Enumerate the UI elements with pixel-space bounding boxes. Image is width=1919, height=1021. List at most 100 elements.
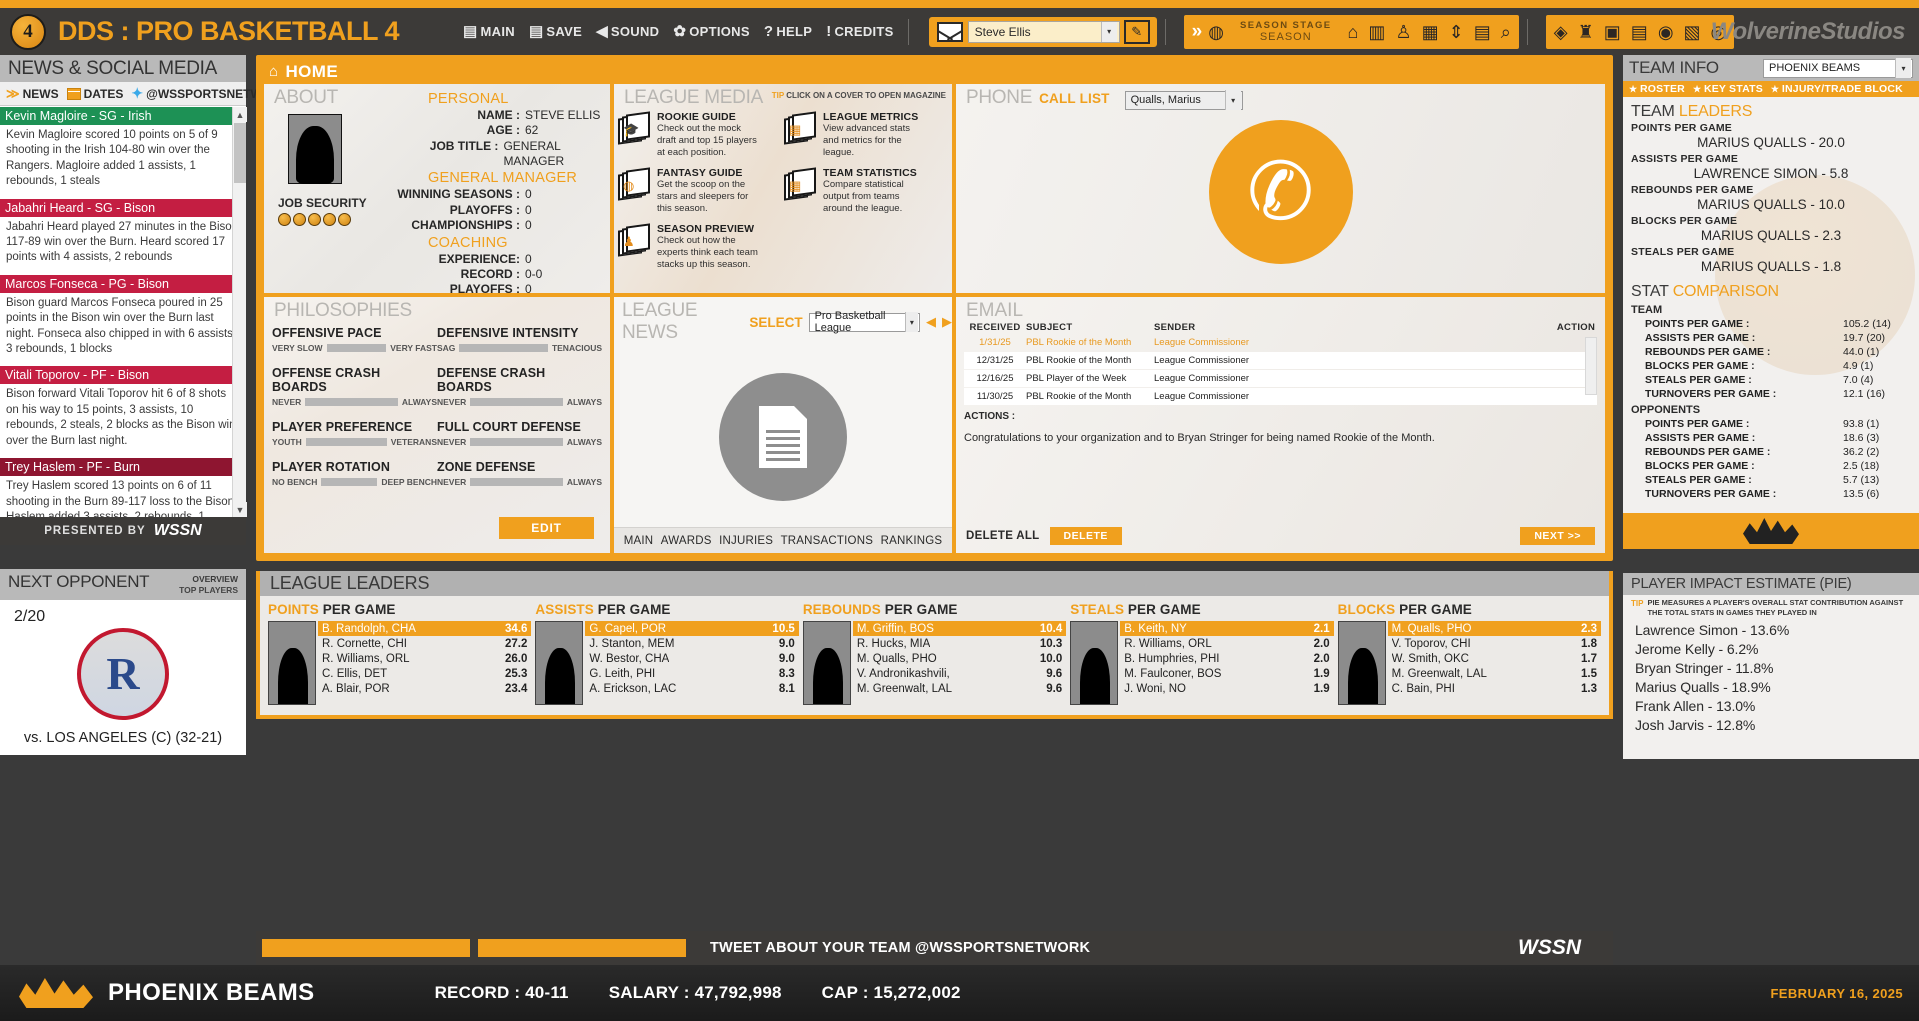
- leader-row[interactable]: A. Blair, POR 23.4: [318, 681, 531, 696]
- leader-row[interactable]: B. Humphries, PHI 2.0: [1120, 651, 1333, 666]
- leader-row[interactable]: R. Williams, ORL 26.0: [318, 651, 531, 666]
- link-overview[interactable]: OVERVIEW: [192, 574, 238, 584]
- email-scrollbar[interactable]: [1585, 337, 1597, 395]
- home-icon[interactable]: ⌂: [1348, 23, 1359, 41]
- tweet-text[interactable]: TWEET ABOUT YOUR TEAM @WSSPORTSNETWORK: [710, 940, 1090, 956]
- pie-player[interactable]: Frank Allen - 13.0%: [1635, 697, 1907, 716]
- pie-player[interactable]: Lawrence Simon - 13.6%: [1635, 621, 1907, 640]
- advance-icon[interactable]: »: [1192, 21, 1202, 43]
- leader-row[interactable]: V. Toporov, CHI 1.8: [1388, 636, 1601, 651]
- philosophy-slider[interactable]: NO BENCH DEEP BENCH: [272, 477, 437, 487]
- leader-row[interactable]: M. Qualls, PHO 2.3: [1387, 621, 1602, 636]
- philosophy-slider[interactable]: NEVER ALWAYS: [272, 397, 437, 407]
- calendar-icon[interactable]: ▤: [1631, 23, 1648, 41]
- menu-main[interactable]: ▤ MAIN: [457, 21, 521, 42]
- leader-row[interactable]: G. Leith, PHI 8.3: [585, 666, 798, 681]
- call-list-select[interactable]: Qualls, Marius ▾: [1124, 90, 1243, 110]
- tab-injuries[interactable]: INJURIES: [719, 535, 773, 547]
- media-item-team-statistics[interactable]: ▦ TEAM STATISTICS Compare statistical ou…: [784, 167, 948, 215]
- team-select[interactable]: PHOENIX BEAMS ▾: [1763, 58, 1913, 78]
- link-top-players[interactable]: TOP PLAYERS: [179, 585, 238, 595]
- file-cabinet-icon[interactable]: ▤: [1474, 23, 1491, 41]
- scroll-down-icon[interactable]: ▼: [233, 502, 247, 517]
- leader-row[interactable]: B. Keith, NY 2.1: [1120, 621, 1334, 636]
- leader-row[interactable]: J. Stanton, MEM 9.0: [585, 636, 798, 651]
- leader-row[interactable]: W. Bestor, CHA 9.0: [585, 651, 798, 666]
- edit-user-icon[interactable]: ✎: [1123, 19, 1150, 44]
- tab-injury-trade-block[interactable]: INJURY/TRADE BLOCK: [1771, 83, 1903, 95]
- league-select[interactable]: Pro Basketball League ▾: [808, 310, 920, 334]
- draft-icon[interactable]: ♜: [1578, 23, 1594, 41]
- news-item[interactable]: Kevin Magloire - SG - Irish Kevin Magloi…: [0, 107, 246, 190]
- email-row[interactable]: 12/31/25 PBL Rookie of the Month League …: [964, 352, 1597, 369]
- basketball-icon[interactable]: ◍: [1208, 23, 1224, 41]
- leader-row[interactable]: C. Ellis, DET 25.3: [318, 666, 531, 681]
- news-tab-news[interactable]: ≫ NEWS: [6, 86, 59, 102]
- scrollbar-thumb[interactable]: [234, 123, 246, 183]
- chevron-down-icon[interactable]: ▾: [1100, 21, 1117, 42]
- prev-arrow-icon[interactable]: ◀: [926, 314, 936, 330]
- search-icon[interactable]: ⌕: [1501, 23, 1511, 41]
- pie-player[interactable]: Josh Jarvis - 12.8%: [1635, 716, 1907, 735]
- philosophy-slider[interactable]: VERY SLOW VERY FAST: [272, 343, 437, 353]
- news-list[interactable]: Kevin Magloire - SG - Irish Kevin Magloi…: [0, 107, 246, 517]
- leader-row[interactable]: G. Capel, POR 10.5: [585, 621, 799, 636]
- leader-row[interactable]: W. Smith, OKC 1.7: [1388, 651, 1601, 666]
- leader-row[interactable]: M. Faulconer, BOS 1.9: [1120, 666, 1333, 681]
- philosophy-slider[interactable]: YOUTH VETERANS: [272, 437, 437, 447]
- people-icon[interactable]: ♙: [1395, 23, 1411, 41]
- email-row[interactable]: 11/30/25 PBL Rookie of the Month League …: [964, 388, 1597, 405]
- news-scrollbar[interactable]: ▲ ▼: [232, 107, 247, 517]
- court-icon[interactable]: ▣: [1604, 23, 1621, 41]
- news-tab-dates[interactable]: DATES: [66, 87, 123, 101]
- news-item[interactable]: Vitali Toporov - PF - Bison Bison forwar…: [0, 366, 246, 449]
- next-arrow-icon[interactable]: ▶: [942, 314, 952, 330]
- standings-icon[interactable]: ▥: [1368, 23, 1385, 41]
- phone-button[interactable]: ✆: [1208, 119, 1353, 264]
- leader-row[interactable]: M. Greenwalt, LAL 9.6: [853, 681, 1066, 696]
- news-item[interactable]: Marcos Fonseca - PG - Bison Bison guard …: [0, 274, 246, 358]
- media-item-fantasy-guide[interactable]: ◍ FANTASY GUIDE Get the scoop on the sta…: [618, 167, 782, 215]
- tab-key-stats[interactable]: KEY STATS: [1693, 83, 1763, 95]
- news-item[interactable]: Jabahri Heard - SG - Bison Jabahri Heard…: [0, 198, 246, 266]
- chevron-down-icon[interactable]: ▾: [1895, 58, 1911, 78]
- delete-all-label[interactable]: DELETE ALL: [966, 530, 1040, 542]
- leader-row[interactable]: C. Bain, PHI 1.3: [1388, 681, 1601, 696]
- finance-icon[interactable]: ⇕: [1449, 23, 1464, 41]
- menu-options[interactable]: ✿ OPTIONS: [667, 21, 755, 42]
- pie-player[interactable]: Bryan Stringer - 11.8%: [1635, 659, 1907, 678]
- email-row[interactable]: 1/31/25 PBL Rookie of the Month League C…: [964, 334, 1597, 351]
- news-item[interactable]: Trey Haslem - PF - Burn Trey Haslem scor…: [0, 458, 246, 517]
- chevron-down-icon[interactable]: ▾: [1224, 90, 1241, 110]
- next-button[interactable]: NEXT >>: [1520, 527, 1595, 545]
- menu-sound[interactable]: ◀ SOUND: [590, 21, 665, 42]
- edit-philosophies-button[interactable]: EDIT: [499, 517, 594, 539]
- pie-player[interactable]: Marius Qualls - 18.9%: [1635, 678, 1907, 697]
- menu-credits[interactable]: ! CREDITS: [820, 21, 899, 42]
- tab-main[interactable]: MAIN: [624, 535, 654, 547]
- user-select[interactable]: Steve Ellis ▾: [967, 20, 1120, 43]
- philosophy-slider[interactable]: SAG TENACIOUS: [437, 343, 602, 353]
- info-icon[interactable]: ◉: [1658, 23, 1674, 41]
- media-item-season-preview[interactable]: ♟ SEASON PREVIEW Check out how the exper…: [618, 223, 782, 271]
- chevron-down-icon[interactable]: ▾: [904, 312, 918, 332]
- scroll-up-icon[interactable]: ▲: [233, 107, 247, 122]
- pie-player[interactable]: Jerome Kelly - 6.2%: [1635, 640, 1907, 659]
- menu-help[interactable]: ? HELP: [758, 21, 818, 42]
- leader-row[interactable]: V. Andronikashvili, 9.6: [853, 666, 1066, 681]
- philosophy-slider[interactable]: NEVER ALWAYS: [437, 397, 602, 407]
- leader-row[interactable]: M. Griffin, BOS 10.4: [852, 621, 1067, 636]
- media-item-rookie-guide[interactable]: 🎓 ROOKIE GUIDE Check out the mock draft …: [618, 111, 782, 159]
- leader-row[interactable]: R. Williams, ORL 2.0: [1120, 636, 1333, 651]
- leader-row[interactable]: B. Randolph, CHA 34.6: [318, 621, 532, 636]
- philosophy-slider[interactable]: NEVER ALWAYS: [437, 477, 602, 487]
- tab-transactions[interactable]: TRANSACTIONS: [781, 535, 874, 547]
- leader-row[interactable]: M. Qualls, PHO 10.0: [853, 651, 1066, 666]
- leader-row[interactable]: J. Woni, NO 1.9: [1120, 681, 1333, 696]
- delete-button[interactable]: DELETE: [1049, 527, 1122, 545]
- envelope-icon[interactable]: [936, 21, 963, 42]
- leader-row[interactable]: M. Greenwalt, LAL 1.5: [1388, 666, 1601, 681]
- leader-row[interactable]: R. Hucks, MIA 10.3: [853, 636, 1066, 651]
- tab-rankings[interactable]: RANKINGS: [881, 535, 943, 547]
- leader-row[interactable]: R. Cornette, CHI 27.2: [318, 636, 531, 651]
